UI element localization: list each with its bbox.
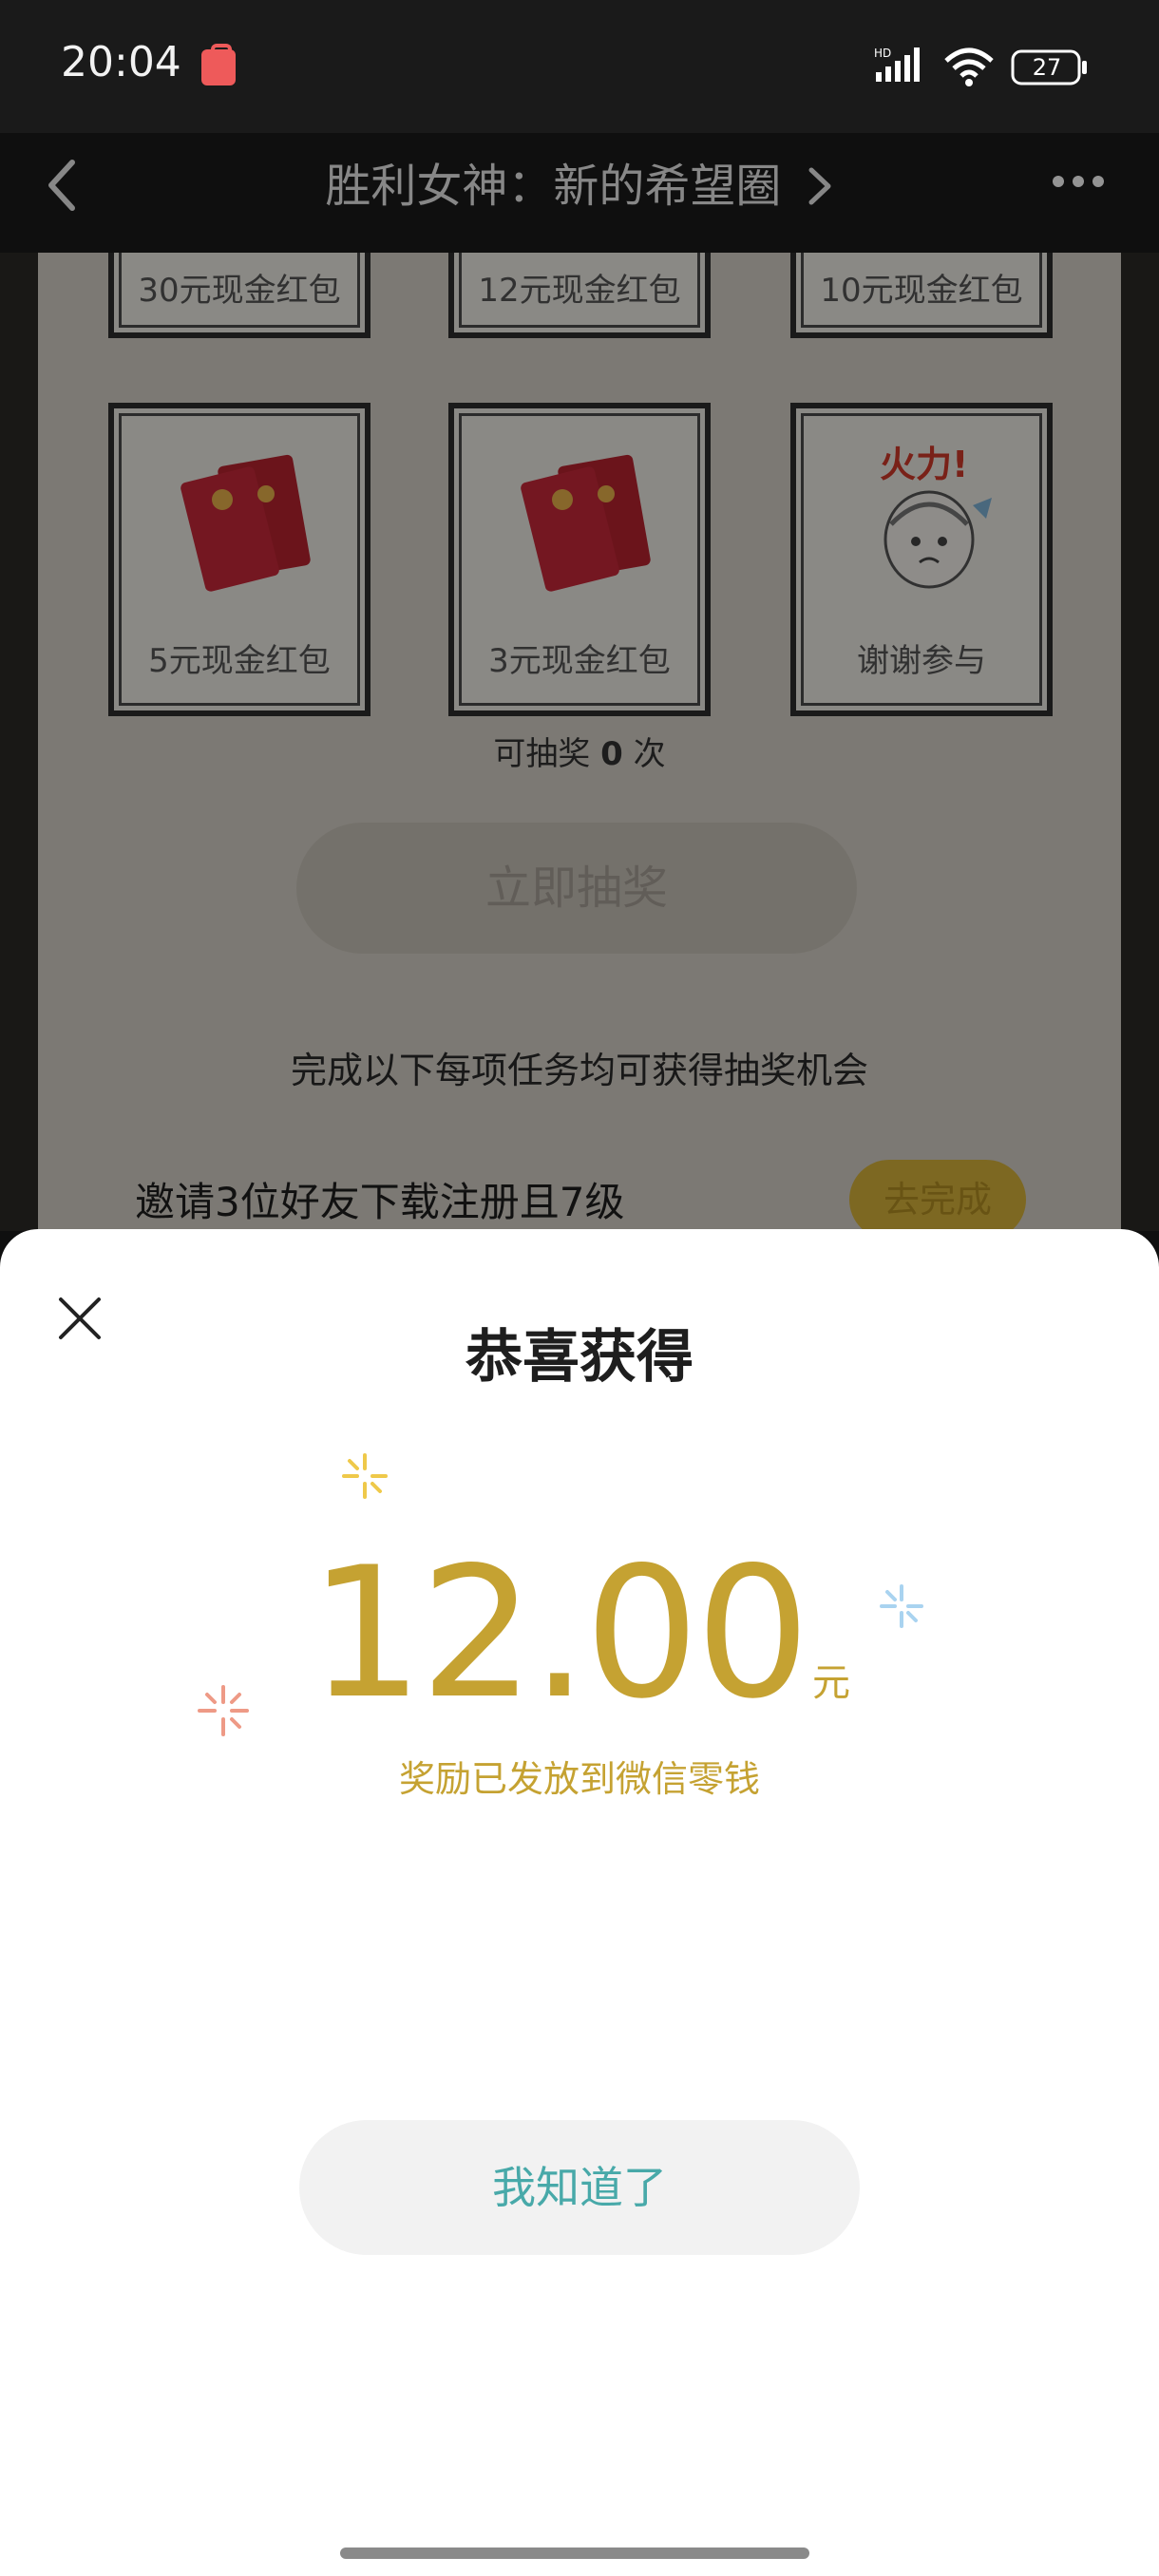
status-time: 20:04: [61, 38, 181, 86]
dialog-title: 恭喜获得: [466, 1324, 694, 1391]
reward-dialog: [0, 1229, 1159, 2576]
reward-amount: 12.00 元: [0, 1539, 1159, 1729]
modal-overlay[interactable]: [0, 133, 1159, 1273]
reward-note: 奖励已发放到微信零钱: [398, 1758, 760, 1800]
sparkle-icon: [342, 1453, 388, 1499]
network-type-label: HD: [874, 47, 891, 60]
shopping-bag-icon: [201, 44, 236, 85]
amount-value: 12.00: [309, 1528, 810, 1738]
wifi-icon: [944, 47, 994, 86]
battery-level: 27: [1032, 54, 1062, 81]
got-it-button[interactable]: 我知道了: [299, 2120, 860, 2255]
signal-icon: HD: [874, 47, 920, 82]
home-indicator[interactable]: [340, 2548, 809, 2559]
amount-unit: 元: [811, 1661, 850, 1705]
